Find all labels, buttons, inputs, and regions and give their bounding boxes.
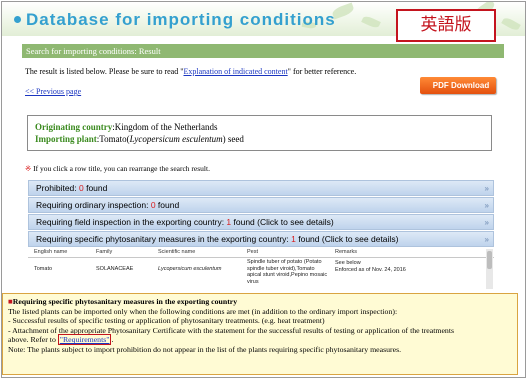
result-categories: Prohibited: 0 found » Requiring ordinary…: [28, 180, 494, 248]
category-label: Prohibited:: [36, 183, 79, 193]
scrollbar-thumb[interactable]: [487, 251, 492, 269]
cell-remarks-line1: See below: [335, 260, 361, 266]
pdf-download-label: PDF Download: [432, 81, 490, 90]
search-conditions-box: Originating country:Kingdom of the Nethe…: [27, 115, 492, 151]
requirements-highlight: "Requirements": [57, 334, 112, 346]
page-title: Database for importing conditions: [26, 10, 336, 29]
category-row-ordinary-inspection[interactable]: Requiring ordinary inspection: 0 found »: [28, 197, 494, 213]
leaf-decoration: [361, 14, 381, 30]
table-scrollbar[interactable]: [486, 249, 493, 289]
explanation-note-box: ■Requiring specific phytosanitary measur…: [2, 293, 518, 375]
column-header-family: Family: [96, 249, 113, 255]
sort-note-text: If you click a row title, you can rearra…: [31, 164, 210, 173]
double-chevron-icon: »: [484, 235, 489, 244]
requirements-link[interactable]: "Requirements": [60, 335, 110, 344]
double-chevron-icon: »: [484, 218, 489, 227]
category-label: Requiring ordinary inspection:: [36, 200, 151, 210]
importing-plant-row: Importing plant:Tomato(Lycopersicum escu…: [35, 134, 244, 144]
category-suffix: found: [83, 183, 108, 193]
importing-plant-prefix: :Tomato(: [96, 134, 130, 144]
table-header-divider: [28, 257, 494, 258]
sort-note: ※ If you click a row title, you can rear…: [25, 164, 210, 173]
intro-text-after: " for better reference.: [287, 67, 357, 76]
category-row-field-inspection[interactable]: Requiring field inspection in the export…: [28, 214, 494, 230]
explanation-line: The listed plants can be imported only w…: [8, 306, 398, 316]
originating-country-value: :Kingdom of the Netherlands: [112, 122, 218, 132]
cell-family: SOLANACEAE: [96, 266, 134, 272]
category-suffix: found (Click to see details): [295, 234, 399, 244]
explanation-line-refer: above. Refer to "Requirements".: [8, 334, 512, 346]
importing-plant-scientific: Lycopersicum esculentum: [129, 134, 223, 144]
explanation-note: Note: The plants subject to import prohi…: [8, 344, 402, 354]
column-header-english-name: English name: [34, 249, 68, 255]
importing-plant-suffix: ) seed: [222, 134, 244, 144]
category-label: Requiring field inspection in the export…: [36, 217, 227, 227]
cell-remarks-line2: Enforced as of Nov. 24, 2016: [335, 267, 406, 273]
title-bullet-icon: [14, 16, 21, 23]
refer-before: above. Refer to: [8, 335, 58, 345]
refer-after: .: [111, 335, 114, 345]
category-suffix: found (Click to see details): [231, 217, 334, 227]
originating-country-row: Originating country:Kingdom of the Nethe…: [35, 122, 218, 132]
results-table: English name Family Scientific name Pest…: [28, 249, 494, 291]
result-title-bar: Search for importing conditions: Result: [22, 44, 504, 58]
cell-english-name: Tomato: [34, 266, 53, 272]
double-chevron-icon: »: [484, 184, 489, 193]
previous-page-link[interactable]: << Previous page: [25, 87, 81, 96]
category-suffix: found: [155, 200, 180, 210]
originating-country-label: Originating country: [35, 122, 113, 132]
column-header-pest: Pest: [247, 249, 259, 255]
explanation-link[interactable]: Explanation of indicated content: [183, 67, 287, 76]
category-label: Requiring specific phytosanitary measure…: [36, 234, 292, 244]
intro-text: The result is listed below. Please be su…: [25, 67, 356, 76]
category-row-specific-measures[interactable]: Requiring specific phytosanitary measure…: [28, 231, 494, 247]
column-header-scientific-name: Scientific name: [158, 249, 196, 255]
explanation-heading: ■Requiring specific phytosanitary measur…: [8, 297, 512, 307]
importing-plant-label: Importing plant: [35, 134, 97, 144]
double-chevron-icon: »: [484, 201, 489, 210]
pdf-download-button[interactable]: PDF Download: [420, 77, 496, 94]
intro-text-before: The result is listed below. Please be su…: [25, 67, 184, 76]
leaf-decoration: [501, 16, 521, 32]
category-row-prohibited[interactable]: Prohibited: 0 found »: [28, 180, 494, 196]
explanation-heading-text: Requiring specific phytosanitary measure…: [12, 297, 238, 306]
english-version-badge: 英語版: [396, 9, 496, 42]
explanation-line: - Successful results of specific testing…: [8, 316, 325, 326]
cell-pest: Spindle tuber of potato (Potato spindle …: [247, 259, 328, 285]
column-header-remarks: Remarks: [335, 249, 358, 255]
cell-scientific-name: Lycopersicum esculentum: [158, 266, 222, 272]
